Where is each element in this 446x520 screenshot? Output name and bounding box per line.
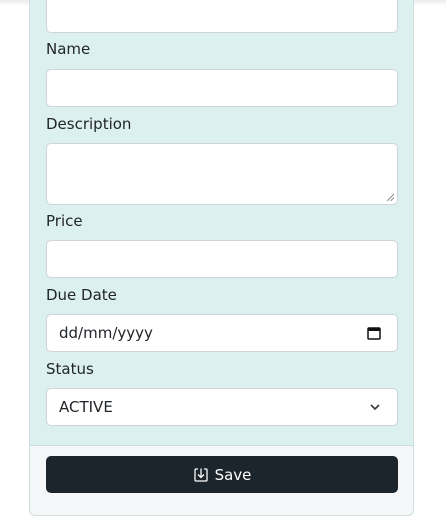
due-date-input[interactable]: dd/mm/yyyy [46,314,398,352]
description-label: Description [46,115,132,133]
save-button-label: Save [214,465,252,484]
save-icon [193,467,208,482]
status-selected-value: ACTIVE [59,398,113,416]
previous-field-input[interactable] [46,0,398,33]
status-label: Status [46,360,94,378]
name-input[interactable] [46,69,398,107]
form-card: Name Description Price Due Date dd/mm/yy… [29,0,414,516]
due-date-label: Due Date [46,286,117,304]
due-date-value: dd/mm/yyyy [59,324,153,342]
name-label: Name [46,40,91,58]
chevron-down-icon [370,404,380,411]
save-button[interactable]: Save [46,456,398,493]
form-body: Name Description Price Due Date dd/mm/yy… [30,0,413,446]
price-input[interactable] [46,240,398,278]
calendar-icon[interactable] [367,326,381,340]
resize-grip-icon[interactable] [386,193,394,201]
price-label: Price [46,212,83,230]
status-select[interactable]: ACTIVE [46,388,398,426]
description-textarea[interactable] [46,143,398,205]
